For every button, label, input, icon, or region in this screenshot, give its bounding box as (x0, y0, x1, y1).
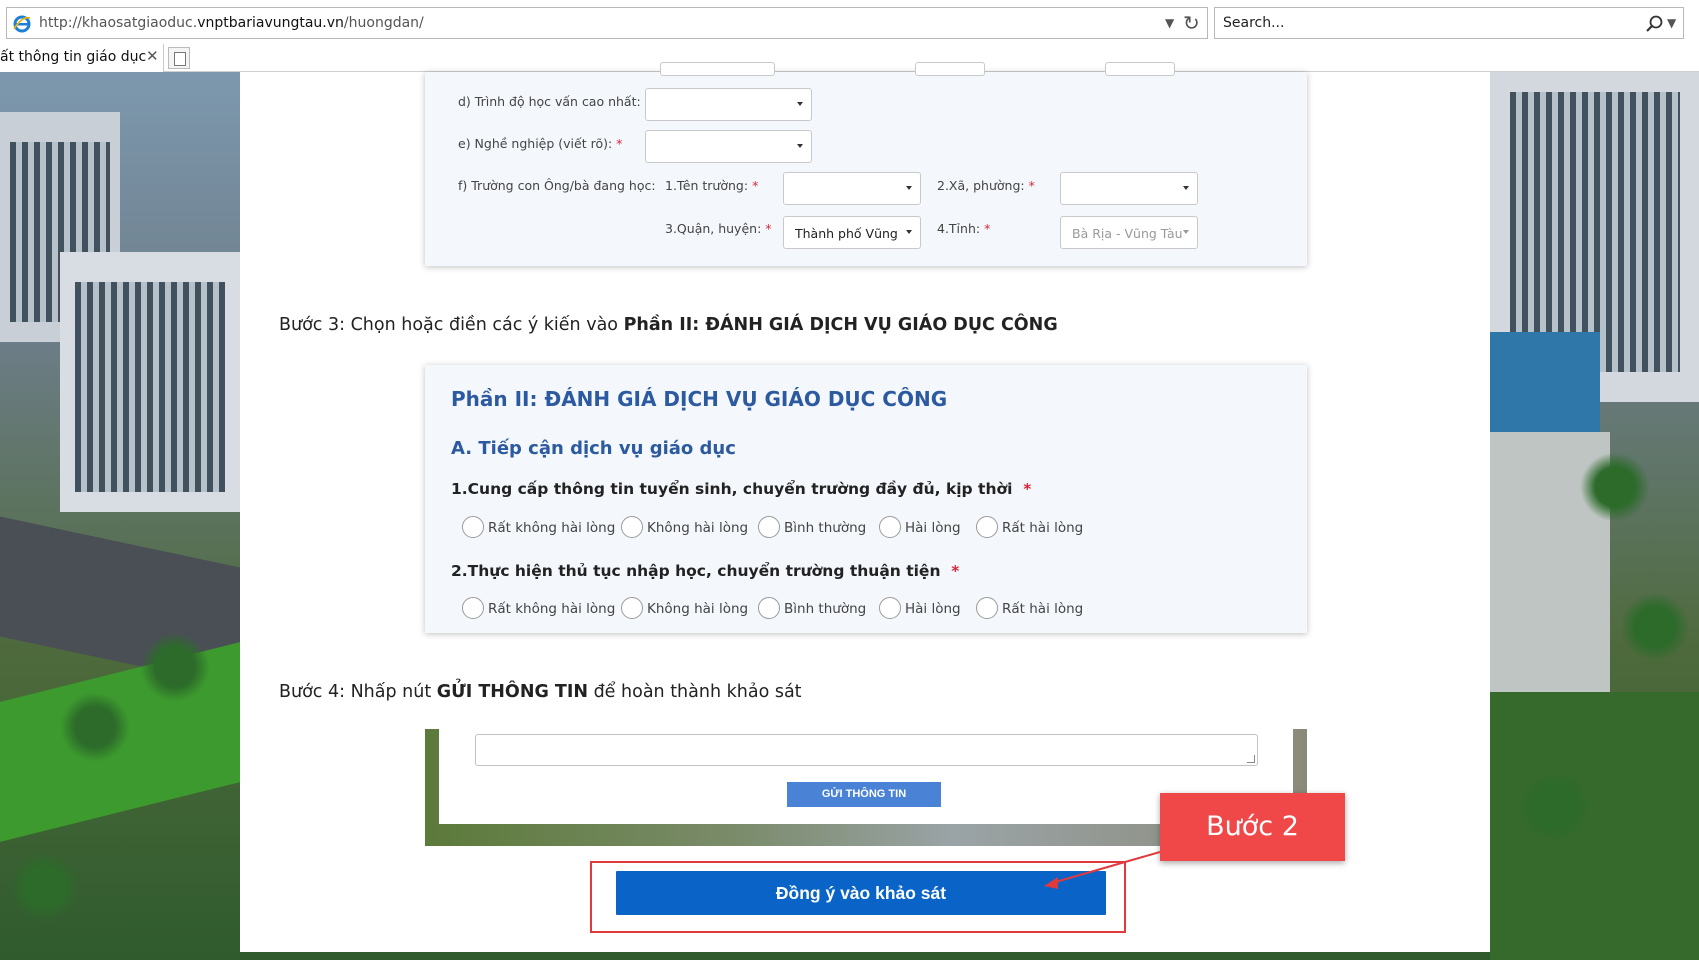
occupation-label: e) Nghề nghiệp (viết rõ): * (458, 136, 623, 151)
radio-icon (621, 516, 643, 538)
chevron-down-icon (1183, 186, 1189, 190)
school-label: f) Trường con Ông/bà đang học: (458, 178, 656, 193)
radio-icon (879, 516, 901, 538)
url-domain: vnptbariavungtau.vn (197, 15, 344, 31)
tab-title: ất thông tin giáo dục (0, 49, 147, 65)
url-prefix: http://khaosatgiaoduc. (39, 15, 198, 31)
top-select-3[interactable] (1105, 62, 1175, 76)
radio-icon (758, 516, 780, 538)
top-select-1[interactable] (660, 62, 775, 76)
question-1: 1.Cung cấp thông tin tuyển sinh, chuyển … (451, 480, 1032, 498)
ward-label: 2.Xã, phường: * (937, 178, 1035, 193)
education-label: d) Trình độ học vấn cao nhất: * (458, 94, 651, 109)
district-value: Thành phố Vũng T (795, 226, 900, 241)
survey-title: Phần II: ĐÁNH GIÁ DỊCH VỤ GIÁO DỤC CÔNG (451, 387, 948, 411)
province-label: 4.Tỉnh: * (937, 221, 991, 236)
search-dropdown-icon[interactable]: ▼ (1667, 16, 1676, 30)
radio-icon (976, 516, 998, 538)
comment-textarea[interactable] (475, 734, 1258, 766)
ie-logo-icon (13, 15, 31, 33)
step4-instruction: Bước 4: Nhấp nút GỬI THÔNG TIN để hoàn t… (279, 682, 802, 702)
chevron-down-icon (1183, 230, 1189, 234)
school-name-select[interactable] (783, 172, 921, 205)
step2-callout: Bước 2 (1160, 793, 1345, 861)
submit-info-button[interactable]: GỬI THÔNG TIN (787, 782, 941, 807)
province-select[interactable]: Bà Rịa - Vũng Tàu (1060, 216, 1198, 249)
top-select-2[interactable] (915, 62, 985, 76)
browser-chrome: http://khaosatgiaoduc.vnptbariavungtau.v… (0, 0, 1699, 72)
step3-instruction: Bước 3: Chọn hoặc điền các ý kiến vào Ph… (279, 315, 1058, 335)
resize-grip-icon (1247, 755, 1255, 763)
education-select[interactable] (645, 88, 812, 121)
close-tab-icon[interactable]: ✕ (146, 47, 159, 65)
search-icon[interactable] (1645, 14, 1665, 34)
agree-survey-button[interactable]: Đồng ý vào khảo sát (616, 871, 1106, 915)
occupation-select[interactable] (645, 130, 812, 163)
address-dropdown-icon[interactable]: ▼ (1165, 16, 1174, 30)
browser-tab[interactable]: ất thông tin giáo dục ✕ (0, 44, 164, 72)
radio-icon (879, 597, 901, 619)
url-path: /huongdan/ (343, 15, 424, 31)
ward-select[interactable] (1060, 172, 1198, 205)
chevron-down-icon (797, 144, 803, 148)
url-text: http://khaosatgiaoduc.vnptbariavungtau.v… (39, 15, 424, 31)
radio-icon (758, 597, 780, 619)
radio-icon (462, 597, 484, 619)
district-label: 3.Quận, huyện: * (665, 221, 772, 236)
question-2: 2.Thực hiện thủ tục nhập học, chuyển trư… (451, 562, 960, 580)
chevron-down-icon (906, 186, 912, 190)
personal-info-card: d) Trình độ học vấn cao nhất: * e) Nghề … (425, 62, 1307, 266)
address-bar[interactable]: http://khaosatgiaoduc.vnptbariavungtau.v… (6, 7, 1208, 39)
radio-icon (462, 516, 484, 538)
refresh-icon[interactable]: ↻ (1183, 11, 1200, 35)
search-placeholder: Search... (1223, 15, 1285, 31)
new-tab-icon[interactable] (168, 47, 190, 69)
province-value: Bà Rịa - Vũng Tàu (1072, 226, 1183, 241)
district-select[interactable]: Thành phố Vũng T (783, 216, 921, 249)
chevron-down-icon (906, 230, 912, 234)
tab-row: ất thông tin giáo dục ✕ (0, 44, 1699, 72)
radio-icon (621, 597, 643, 619)
browser-search-box[interactable]: Search... ▼ (1214, 7, 1684, 39)
radio-icon (976, 597, 998, 619)
chevron-down-icon (797, 102, 803, 106)
survey-card: Phần II: ĐÁNH GIÁ DỊCH VỤ GIÁO DỤC CÔNG … (425, 365, 1307, 633)
survey-subtitle: A. Tiếp cận dịch vụ giáo dục (451, 438, 736, 459)
school-name-label: 1.Tên trường: * (665, 178, 759, 193)
